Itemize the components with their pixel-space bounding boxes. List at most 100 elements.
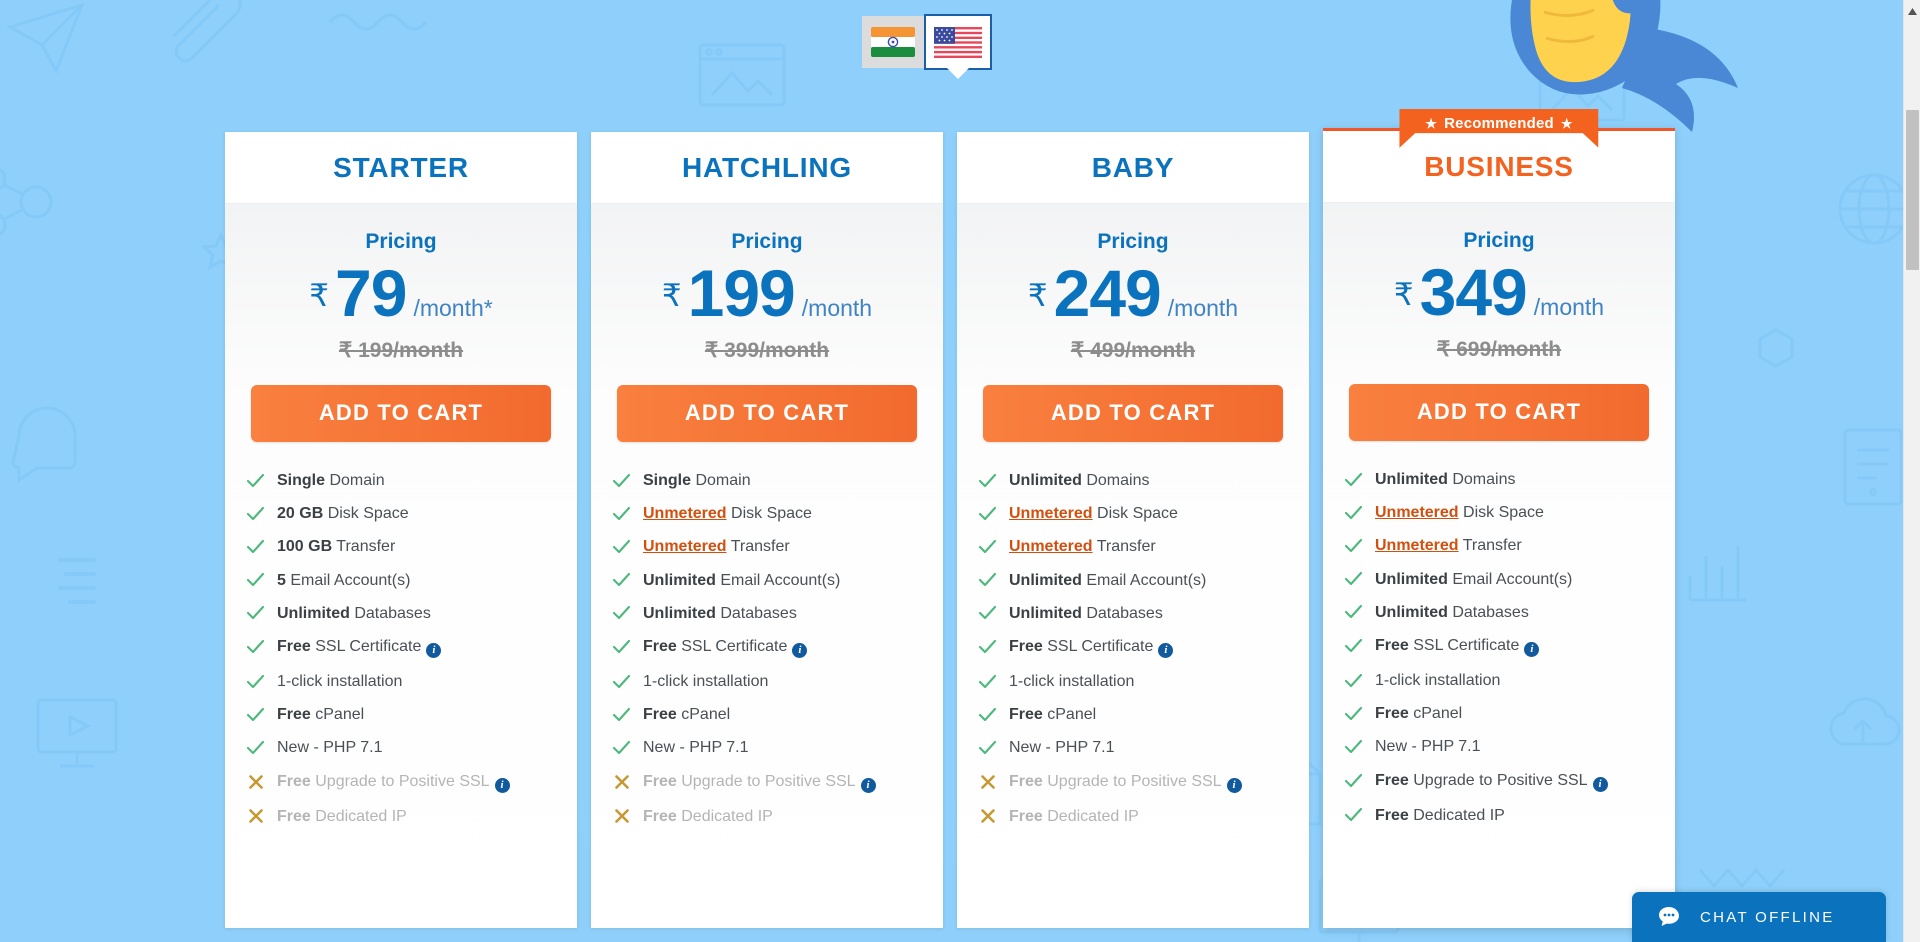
plan-body: Pricing ₹349/month ₹ 699/month ADD TO CART U… xyxy=(1323,203,1675,928)
currency-flag-switcher[interactable] xyxy=(862,14,992,70)
feature-item: Free cPanel xyxy=(247,698,567,731)
plan-name: BABY xyxy=(1091,151,1175,183)
feature-strong: Unlimited xyxy=(1375,603,1448,621)
price-period: /month xyxy=(1167,295,1239,321)
scrollbar-thumb[interactable] xyxy=(1906,110,1919,270)
check-icon xyxy=(979,640,996,654)
india-flag-button[interactable] xyxy=(862,16,924,68)
feature-strong: Free xyxy=(1375,806,1409,824)
check-mark xyxy=(247,473,264,488)
plan-header: STARTER xyxy=(225,132,577,204)
plan-name: HATCHLING xyxy=(682,151,852,183)
check-icon xyxy=(613,741,630,755)
feature-text: Unlimited Email Account(s) xyxy=(1009,571,1206,590)
feature-rest: SSL Certificate xyxy=(1042,637,1154,655)
check-mark xyxy=(247,707,264,722)
feature-item: Free Upgrade to Positive SSL i xyxy=(613,765,933,800)
feature-item: Single Domain xyxy=(247,464,567,497)
feature-item: Free cPanel xyxy=(1345,697,1665,730)
feature-link[interactable]: Unmetered xyxy=(643,538,727,555)
feature-rest: SSL Certificate xyxy=(310,637,422,655)
cross-mark xyxy=(979,809,996,824)
feature-text: Free Dedicated IP xyxy=(1375,806,1505,825)
feature-text: 100 GB Transfer xyxy=(277,537,395,556)
check-mark xyxy=(1345,538,1362,553)
check-mark xyxy=(247,640,264,654)
feature-rest: New - PHP 7.1 xyxy=(277,739,383,757)
check-mark xyxy=(247,506,264,521)
plan-name: BUSINESS xyxy=(1424,150,1574,182)
info-icon[interactable]: i xyxy=(1592,776,1608,792)
cross-icon xyxy=(248,775,263,789)
feature-item: 1-click installation xyxy=(1345,664,1665,697)
feature-item: Free SSL Certificate i xyxy=(979,630,1299,665)
price-line: ₹79/month* xyxy=(225,260,577,326)
feature-link[interactable]: Unmetered xyxy=(1009,538,1093,555)
check-icon xyxy=(1345,774,1362,788)
feature-text: New - PHP 7.1 xyxy=(1009,738,1115,757)
feature-rest: Email Account(s) xyxy=(1447,570,1573,588)
check-icon xyxy=(247,674,264,688)
info-icon[interactable]: i xyxy=(426,643,442,659)
feature-text: Unmetered Disk Space xyxy=(643,504,812,523)
price-amount: 79 xyxy=(335,256,407,330)
check-icon xyxy=(613,640,630,654)
feature-rest: Disk Space xyxy=(1092,505,1178,523)
add-to-cart-button[interactable]: ADD TO CART xyxy=(251,385,551,442)
info-icon[interactable]: i xyxy=(1524,642,1540,658)
feature-rest: Databases xyxy=(715,604,797,622)
chat-offline-button[interactable]: CHAT OFFLINE xyxy=(1632,892,1886,942)
check-icon xyxy=(613,674,630,688)
feature-item: Free SSL Certificate i xyxy=(1345,629,1665,664)
feature-item: Unmetered Transfer xyxy=(979,530,1299,563)
feature-rest: Upgrade to Positive SSL xyxy=(1042,772,1222,790)
check-icon xyxy=(1345,740,1362,754)
feature-text: Free Dedicated IP xyxy=(643,807,773,826)
check-icon xyxy=(613,506,630,520)
feature-link[interactable]: Unmetered xyxy=(643,505,727,522)
cart-button-wrap: ADD TO CART xyxy=(591,385,943,442)
info-icon[interactable]: i xyxy=(1158,643,1174,659)
cross-mark xyxy=(613,775,630,789)
info-icon[interactable]: i xyxy=(792,643,808,659)
add-to-cart-button[interactable]: ADD TO CART xyxy=(983,385,1283,442)
feature-rest: Transfer xyxy=(726,538,790,556)
feature-text: Free SSL Certificate i xyxy=(643,637,808,659)
feature-rest: Disk Space xyxy=(1458,504,1544,522)
info-icon[interactable]: i xyxy=(860,777,876,793)
plan-header: HATCHLING xyxy=(591,132,943,204)
feature-item: Unmetered Disk Space xyxy=(613,497,933,530)
check-mark xyxy=(613,539,630,554)
feature-strong: 20 GB xyxy=(277,505,324,523)
india-flag-icon xyxy=(871,27,915,57)
feature-strong: Free xyxy=(643,807,677,825)
check-mark xyxy=(979,473,996,488)
check-icon xyxy=(979,573,996,587)
page-scrollbar[interactable] xyxy=(1903,0,1920,942)
scroll-up-arrow-icon[interactable] xyxy=(1904,4,1920,19)
feature-item: Free Upgrade to Positive SSL i xyxy=(247,765,567,800)
feature-text: Unlimited Email Account(s) xyxy=(643,571,840,590)
usa-flag-button[interactable] xyxy=(924,14,992,70)
plan-body: Pricing ₹79/month* ₹ 199/month ADD TO CART S… xyxy=(225,204,577,928)
info-icon[interactable]: i xyxy=(494,777,510,793)
check-icon xyxy=(247,506,264,520)
feature-link[interactable]: Unmetered xyxy=(1375,504,1459,521)
feature-link[interactable]: Unmetered xyxy=(1009,505,1093,522)
info-icon[interactable]: i xyxy=(1226,777,1242,793)
check-icon xyxy=(247,473,264,487)
feature-item: Unlimited Domains xyxy=(1345,463,1665,496)
feature-item: Free Dedicated IP xyxy=(247,800,567,833)
feature-link[interactable]: Unmetered xyxy=(1375,537,1459,554)
feature-rest: Transfer xyxy=(1092,538,1156,556)
add-to-cart-button[interactable]: ADD TO CART xyxy=(1349,384,1649,441)
feature-item: Unlimited Databases xyxy=(1345,596,1665,629)
price-amount: 349 xyxy=(1419,255,1528,329)
feature-item: Free SSL Certificate i xyxy=(247,630,567,665)
feature-text: Free Upgrade to Positive SSL i xyxy=(1375,771,1608,792)
add-to-cart-button[interactable]: ADD TO CART xyxy=(617,385,917,442)
usa-flag-icon xyxy=(934,26,982,58)
plan-header: BUSINESS xyxy=(1323,131,1675,203)
feature-strong: Free xyxy=(277,637,311,655)
feature-rest: Upgrade to Positive SSL xyxy=(1408,771,1588,789)
